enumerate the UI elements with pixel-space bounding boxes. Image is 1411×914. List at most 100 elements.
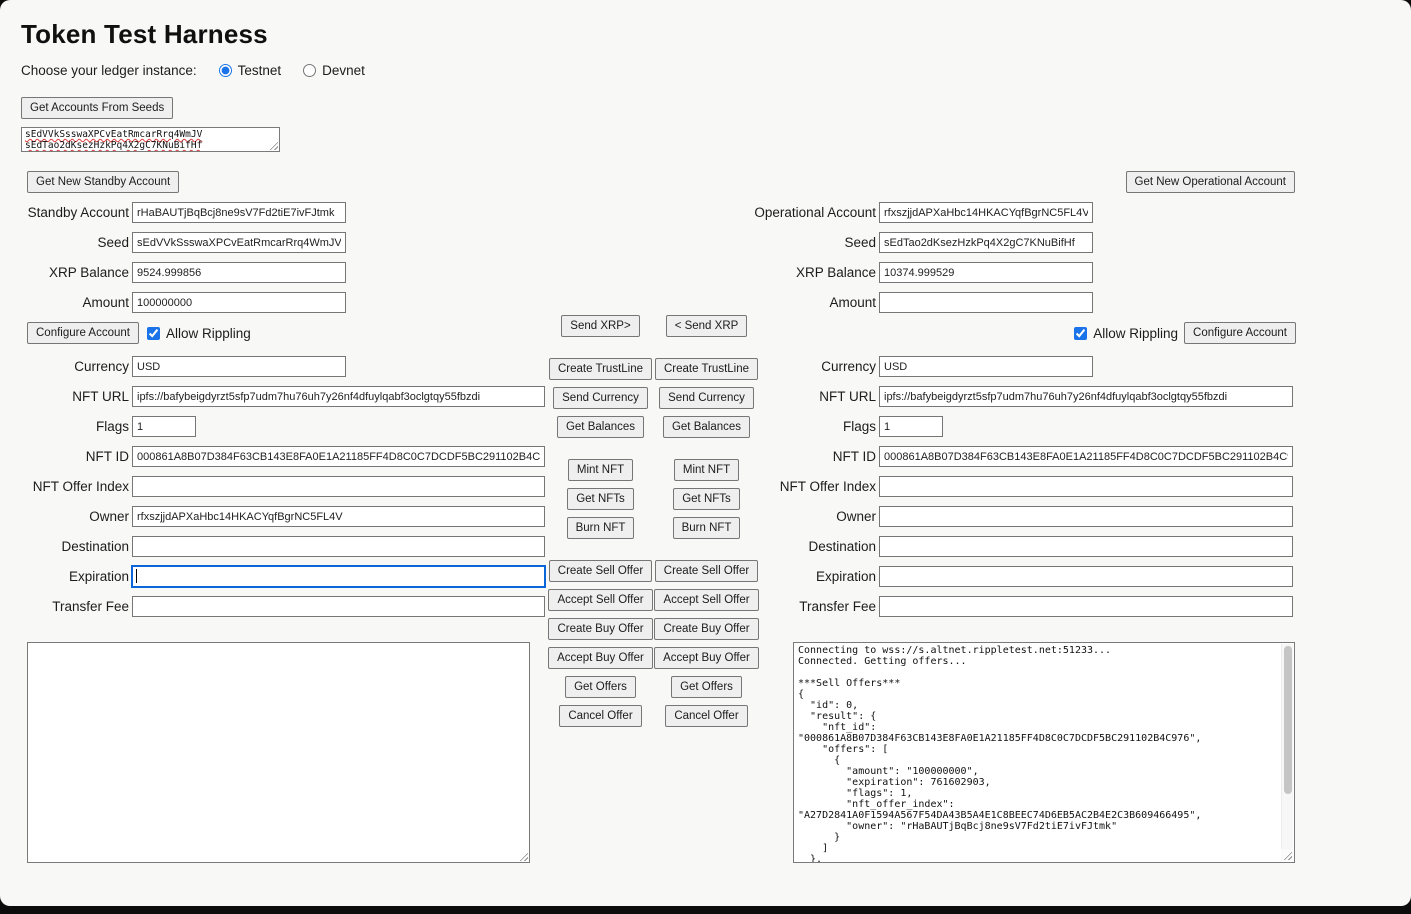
seed-line: sEdTao2dKsezHzkPq4X2gC7KNuBifHf — [25, 140, 276, 151]
operational-burn-nft-button[interactable]: Burn NFT — [673, 517, 741, 539]
standby-create-sell-offer-button[interactable]: Create Sell Offer — [549, 560, 652, 582]
standby-amount-input[interactable] — [132, 292, 346, 313]
standby-xrp-balance-input[interactable] — [132, 262, 346, 283]
devnet-option[interactable]: Devnet — [303, 63, 365, 78]
standby-allow-rippling-checkbox[interactable] — [147, 327, 160, 340]
standby-configure-account-button[interactable]: Configure Account — [27, 322, 139, 344]
standby-create-trustline-button[interactable]: Create TrustLine — [549, 358, 652, 380]
operational-nft-offer-index-label: NFT Offer Index — [751, 479, 879, 494]
standby-nft-offer-index-input[interactable] — [132, 476, 545, 497]
operational-accept-sell-offer-button[interactable]: Accept Sell Offer — [654, 589, 758, 611]
standby-flags-label: Flags — [21, 419, 132, 434]
get-new-standby-account-button[interactable]: Get New Standby Account — [27, 171, 179, 193]
page-title: Token Test Harness — [21, 19, 268, 50]
standby-account-label: Standby Account — [21, 205, 132, 220]
standby-nft-url-label: NFT URL — [21, 389, 132, 404]
operational-owner-input[interactable] — [879, 506, 1293, 527]
standby-nft-url-input[interactable] — [132, 386, 545, 407]
standby-send-xrp-button[interactable]: Send XRP> — [561, 315, 639, 337]
standby-expiration-label: Expiration — [21, 569, 132, 584]
operational-cancel-offer-button[interactable]: Cancel Offer — [665, 705, 747, 727]
resize-handle-icon[interactable] — [1283, 851, 1292, 860]
operational-nft-offer-index-input[interactable] — [879, 476, 1293, 497]
operational-create-buy-offer-button[interactable]: Create Buy Offer — [654, 618, 758, 640]
standby-seed-input[interactable] — [132, 232, 346, 253]
results-scrollbar-thumb[interactable] — [1284, 646, 1292, 794]
operational-nft-id-label: NFT ID — [751, 449, 879, 464]
operational-get-offers-button[interactable]: Get Offers — [671, 676, 742, 698]
standby-burn-nft-button[interactable]: Burn NFT — [567, 517, 635, 539]
get-new-operational-account-button[interactable]: Get New Operational Account — [1126, 171, 1296, 193]
resize-handle-icon[interactable] — [519, 852, 528, 861]
standby-currency-label: Currency — [21, 359, 132, 374]
operational-seed-input[interactable] — [879, 232, 1093, 253]
operational-get-balances-button[interactable]: Get Balances — [663, 416, 750, 438]
operational-currency-label: Currency — [751, 359, 879, 374]
standby-get-nfts-button[interactable]: Get NFTs — [567, 488, 634, 510]
operational-flags-input[interactable] — [879, 416, 943, 437]
testnet-option[interactable]: Testnet — [219, 63, 282, 78]
operational-create-sell-offer-button[interactable]: Create Sell Offer — [655, 560, 758, 582]
devnet-radio[interactable] — [303, 64, 316, 77]
standby-create-buy-offer-button[interactable]: Create Buy Offer — [548, 618, 652, 640]
standby-transfer-fee-label: Transfer Fee — [21, 599, 132, 614]
operational-account-input[interactable] — [879, 202, 1093, 223]
standby-send-currency-button[interactable]: Send Currency — [553, 387, 648, 409]
operational-nft-id-input[interactable] — [879, 446, 1293, 467]
standby-account-input[interactable] — [132, 202, 346, 223]
operational-accept-buy-offer-button[interactable]: Accept Buy Offer — [654, 647, 759, 669]
operational-allow-rippling-checkbox[interactable] — [1074, 327, 1087, 340]
operational-seed-label: Seed — [751, 235, 879, 250]
operational-amount-input[interactable] — [879, 292, 1093, 313]
operational-configure-account-button[interactable]: Configure Account — [1184, 322, 1296, 344]
operational-destination-label: Destination — [751, 539, 879, 554]
results-scrollbar-corner — [1281, 849, 1293, 861]
operational-xrp-balance-label: XRP Balance — [751, 265, 879, 280]
operational-send-xrp-button[interactable]: < Send XRP — [666, 315, 748, 337]
operational-nft-url-input[interactable] — [879, 386, 1293, 407]
operational-transfer-fee-label: Transfer Fee — [751, 599, 879, 614]
devnet-radio-label: Devnet — [322, 63, 365, 78]
operational-create-trustline-button[interactable]: Create TrustLine — [655, 358, 758, 380]
operational-allow-rippling-label: Allow Rippling — [1093, 326, 1178, 341]
standby-accept-sell-offer-button[interactable]: Accept Sell Offer — [548, 589, 652, 611]
standby-cancel-offer-button[interactable]: Cancel Offer — [559, 705, 641, 727]
operational-flags-label: Flags — [751, 419, 879, 434]
standby-get-balances-button[interactable]: Get Balances — [557, 416, 644, 438]
text-caret — [136, 569, 137, 583]
operational-results-textarea[interactable]: Connecting to wss://s.altnet.rippletest.… — [793, 642, 1295, 863]
standby-destination-input[interactable] — [132, 536, 545, 557]
operational-results-text: Connecting to wss://s.altnet.rippletest.… — [794, 643, 1280, 862]
operational-send-currency-button[interactable]: Send Currency — [659, 387, 754, 409]
operational-currency-input[interactable] — [879, 356, 1093, 377]
operational-transfer-fee-input[interactable] — [879, 596, 1293, 617]
standby-expiration-input[interactable] — [132, 566, 545, 587]
operational-xrp-balance-input[interactable] — [879, 262, 1093, 283]
standby-nft-id-input[interactable] — [132, 446, 545, 467]
standby-get-offers-button[interactable]: Get Offers — [565, 676, 636, 698]
operational-owner-label: Owner — [751, 509, 879, 524]
operational-amount-label: Amount — [751, 295, 879, 310]
results-scrollbar[interactable] — [1281, 644, 1293, 849]
standby-operations-stack: Send XRP> Create TrustLine Send Currency… — [550, 315, 651, 734]
standby-results-textarea[interactable] — [27, 642, 530, 863]
standby-accept-buy-offer-button[interactable]: Accept Buy Offer — [548, 647, 653, 669]
standby-configure-row: Configure Account Allow Rippling — [27, 322, 548, 344]
operational-get-nfts-button[interactable]: Get NFTs — [673, 488, 740, 510]
standby-nft-offer-index-label: NFT Offer Index — [21, 479, 132, 494]
operational-expiration-input[interactable] — [879, 566, 1293, 587]
standby-owner-input[interactable] — [132, 506, 545, 527]
operational-expiration-label: Expiration — [751, 569, 879, 584]
standby-flags-input[interactable] — [132, 416, 196, 437]
standby-mint-nft-button[interactable]: Mint NFT — [568, 459, 633, 481]
ledger-instance-row: Choose your ledger instance: Testnet Dev… — [21, 63, 365, 78]
testnet-radio[interactable] — [219, 64, 232, 77]
standby-currency-input[interactable] — [132, 356, 346, 377]
operational-configure-row: Allow Rippling Configure Account — [751, 322, 1296, 344]
standby-transfer-fee-input[interactable] — [132, 596, 545, 617]
operational-nft-url-label: NFT URL — [751, 389, 879, 404]
operational-destination-input[interactable] — [879, 536, 1293, 557]
operational-mint-nft-button[interactable]: Mint NFT — [674, 459, 739, 481]
seeds-textarea[interactable]: sEdVVkSsswaXPCvEatRmcarRrq4WmJV sEdTao2d… — [21, 127, 280, 152]
get-accounts-from-seeds-button[interactable]: Get Accounts From Seeds — [21, 97, 173, 119]
